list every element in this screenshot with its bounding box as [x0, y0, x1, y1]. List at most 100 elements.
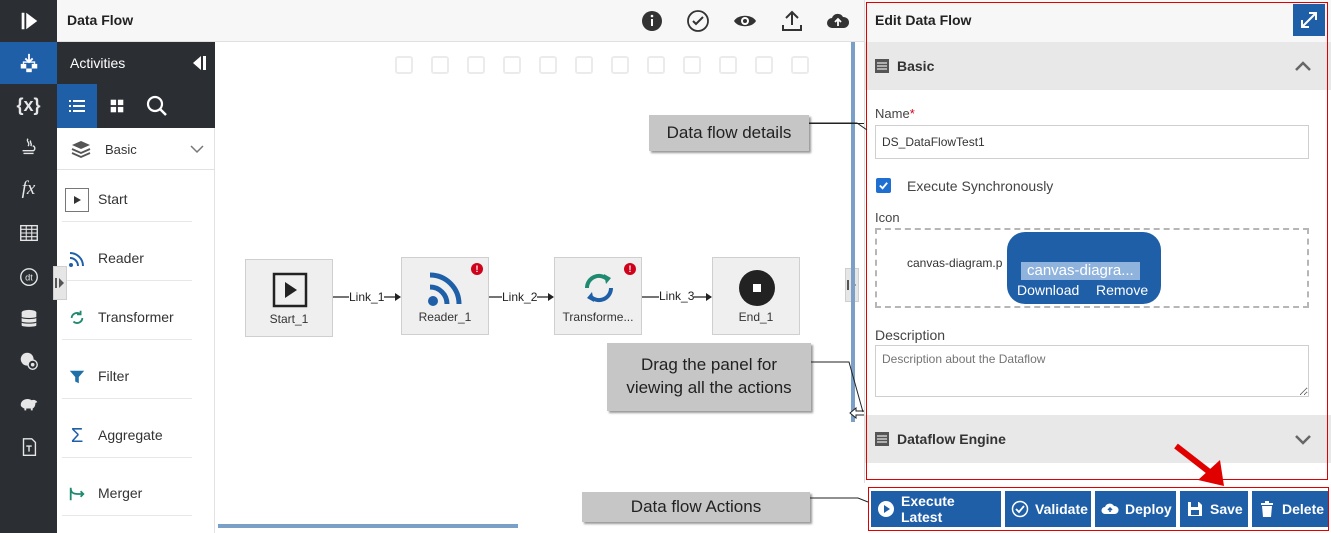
function-icon[interactable]: fx	[0, 168, 57, 210]
left-rail: {x} fx dt	[0, 0, 57, 533]
validate-check-icon[interactable]	[685, 8, 711, 34]
file-popup: canvas-diagra... Download Remove	[1007, 232, 1161, 304]
node-start[interactable]: Start_1	[245, 259, 333, 337]
list-view-icon[interactable]	[57, 84, 97, 128]
refresh-icon	[579, 268, 619, 308]
play-icon	[270, 270, 310, 310]
execute-sync-checkbox[interactable]	[876, 178, 891, 193]
rss-icon	[426, 268, 466, 308]
settings-globe-icon[interactable]	[0, 340, 57, 382]
name-input[interactable]	[875, 125, 1309, 159]
edit-panel-title: Edit Data Flow	[875, 12, 972, 28]
category-label: Basic	[105, 142, 137, 157]
transformer-icon	[65, 306, 89, 330]
activity-filter[interactable]: Filter	[62, 353, 192, 399]
section-icon	[875, 59, 889, 73]
page-title: Data Flow	[67, 12, 134, 28]
deploy-button[interactable]: Deploy	[1095, 491, 1176, 527]
file-popup-name: canvas-diagra...	[1021, 262, 1140, 280]
export-upload-icon[interactable]	[779, 8, 805, 34]
java-icon[interactable]	[0, 126, 57, 168]
callout-leader	[811, 361, 864, 413]
activity-merger[interactable]: Merger	[62, 470, 192, 516]
trash-icon	[1261, 501, 1273, 517]
callout-data-flow-details: Data flow details	[649, 115, 809, 151]
section-dataflow-engine[interactable]: Dataflow Engine	[865, 415, 1331, 463]
data-flow-actions-bar: Execute Latest Validate Deploy Save Dele…	[864, 483, 1331, 533]
link-label[interactable]: Link_1	[349, 290, 385, 304]
callout-leader	[810, 497, 869, 503]
floppy-disk-icon	[1188, 502, 1202, 516]
chevron-down-icon	[190, 145, 204, 154]
execute-sync-label: Execute Synchronously	[907, 178, 1054, 194]
cloud-upload-icon	[1101, 503, 1119, 514]
activities-view-tabs	[57, 84, 215, 128]
layers-icon	[71, 141, 91, 158]
edit-data-flow-panel: Edit Data Flow Basic Name* Execute Synch…	[864, 0, 1331, 533]
check-circle-icon	[1011, 500, 1029, 518]
filter-icon	[65, 365, 89, 389]
red-arrow-annotation	[1174, 443, 1224, 486]
node-transformer[interactable]: ! Transforme...	[554, 257, 642, 335]
grid-view-icon[interactable]	[97, 84, 137, 128]
edit-panel-header: Edit Data Flow	[865, 0, 1331, 42]
link-label[interactable]: Link_3	[659, 289, 695, 303]
activity-category-select[interactable]: Basic	[57, 128, 215, 170]
icon-file-name: canvas-diagram.p	[907, 256, 1003, 270]
logo-play-icon[interactable]	[0, 0, 57, 42]
section-basic[interactable]: Basic	[865, 42, 1331, 90]
dt-icon[interactable]: dt	[0, 256, 57, 298]
preview-eye-icon[interactable]	[732, 8, 758, 34]
activities-header: Activities	[57, 42, 215, 84]
activity-transformer[interactable]: Transformer	[62, 294, 192, 340]
error-badge: !	[624, 263, 636, 275]
download-link[interactable]: Download	[1017, 282, 1079, 298]
cloud-deploy-icon[interactable]	[825, 8, 851, 34]
activities-list: Start Reader Transformer Filter Σ Aggreg…	[57, 170, 215, 533]
play-circle-icon	[878, 501, 894, 517]
save-button[interactable]: Save	[1180, 491, 1248, 527]
activity-reader[interactable]: Reader	[62, 235, 192, 281]
activity-aggregate[interactable]: Σ Aggregate	[62, 412, 192, 458]
data-flow-header: Data Flow	[57, 0, 864, 42]
delete-button[interactable]: Delete	[1252, 491, 1328, 527]
node-end[interactable]: End_1	[712, 257, 800, 335]
node-reader[interactable]: ! Reader_1	[401, 257, 489, 335]
aggregate-icon: Σ	[65, 424, 89, 448]
icon-label: Icon	[875, 210, 900, 225]
icon-dropzone[interactable]: canvas-diagram.p canvas-diagra... Downlo…	[875, 228, 1309, 308]
error-badge: !	[471, 263, 483, 275]
reader-icon	[65, 247, 89, 271]
chevron-up-icon	[1295, 61, 1311, 71]
app-root: {x} fx dt Data Flow Activities Basic Sta…	[0, 0, 1331, 533]
collapse-panel-icon[interactable]	[189, 53, 209, 73]
document-t-icon[interactable]	[0, 426, 57, 468]
callout-leader	[809, 122, 868, 131]
chevron-down-icon	[1295, 435, 1311, 445]
merger-icon	[65, 482, 89, 506]
activities-title: Activities	[70, 55, 126, 71]
data-flow-icon[interactable]	[0, 42, 57, 84]
search-icon[interactable]	[137, 84, 177, 128]
stop-icon	[737, 268, 777, 308]
remove-link[interactable]: Remove	[1096, 282, 1148, 298]
description-input[interactable]	[875, 345, 1309, 397]
description-label: Description	[875, 327, 946, 343]
database-icon[interactable]	[0, 298, 57, 340]
validate-button[interactable]: Validate	[1005, 491, 1091, 527]
elephant-icon[interactable]	[0, 382, 57, 424]
link-label[interactable]: Link_2	[502, 290, 538, 304]
table-icon[interactable]	[0, 212, 57, 254]
execute-latest-button[interactable]: Execute Latest	[871, 491, 1001, 527]
callout-data-flow-actions: Data flow Actions	[582, 492, 810, 522]
svg-text:dt: dt	[25, 273, 33, 283]
variables-icon[interactable]: {x}	[0, 84, 57, 126]
info-icon[interactable]	[639, 8, 665, 34]
expand-icon	[1301, 12, 1317, 28]
activities-drag-handle[interactable]	[53, 266, 67, 300]
name-label: Name*	[875, 106, 915, 121]
horizontal-scrollbar[interactable]	[218, 524, 518, 528]
start-icon	[65, 188, 89, 212]
expand-panel-button[interactable]	[1293, 4, 1325, 36]
activity-start[interactable]: Start	[62, 176, 192, 222]
